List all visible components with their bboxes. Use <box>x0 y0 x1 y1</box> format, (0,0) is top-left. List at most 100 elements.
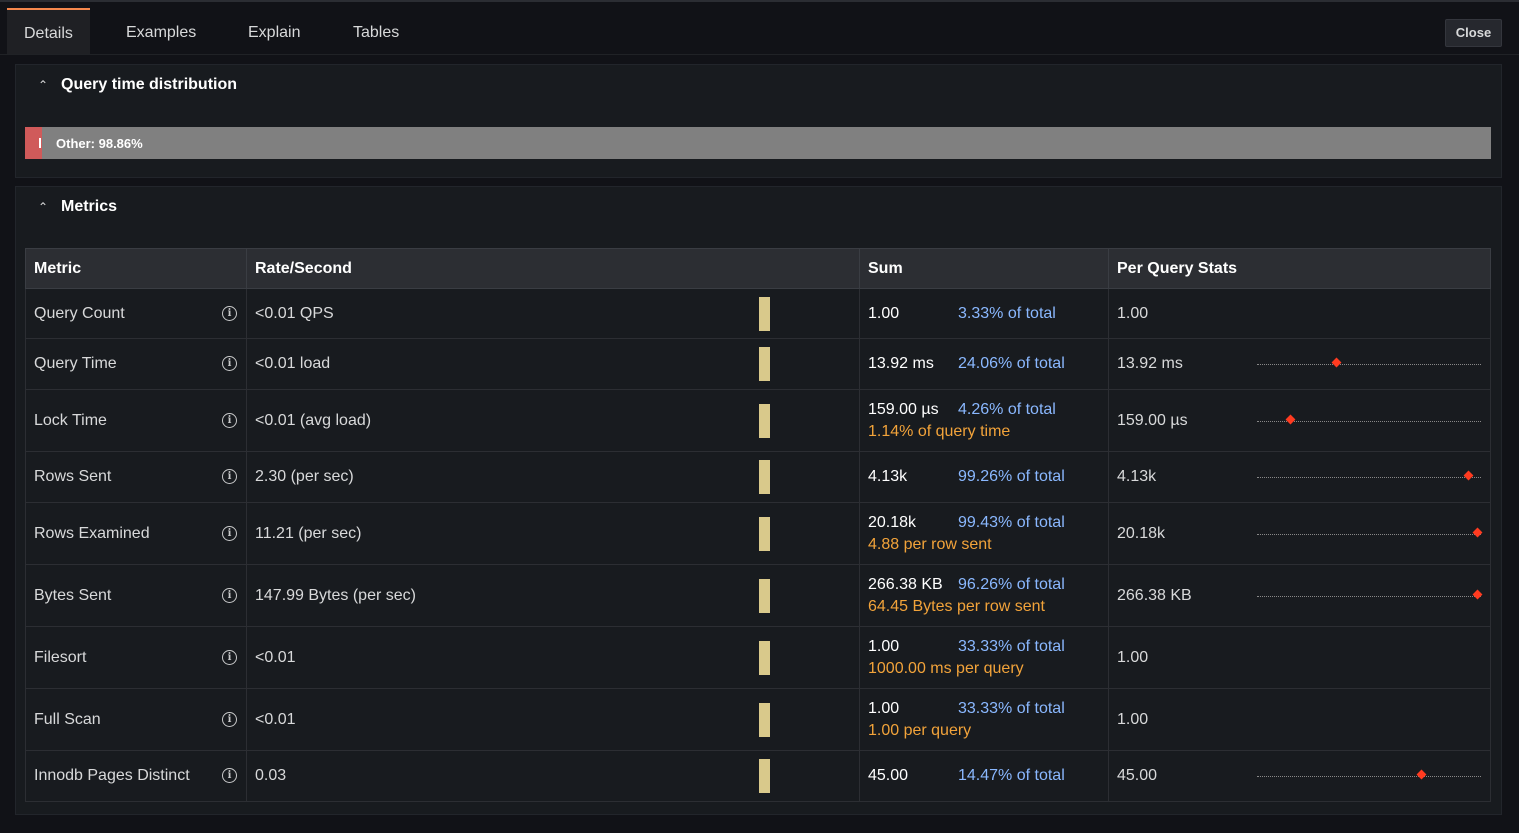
sum-cell: 20.18k 99.43% of total 4.88 per row sent <box>859 502 1109 565</box>
sum-value: 1.00 <box>868 699 900 717</box>
per-query-range-line <box>1257 776 1481 777</box>
per-query-marker <box>1285 414 1296 424</box>
metrics-panel: ⌃ Metrics Metric Rate/Second Sum Per Que… <box>15 186 1502 815</box>
metric-cell: Rows Sent i <box>25 451 247 503</box>
per-query-cell: 1.00 <box>1108 626 1491 689</box>
info-icon[interactable]: i <box>222 469 237 484</box>
sum-value: 266.38 KB <box>868 575 943 593</box>
rate-cell: <0.01 (avg load) <box>246 389 860 452</box>
metric-cell: Bytes Sent i <box>25 564 247 627</box>
per-query-range-line <box>1257 595 1481 597</box>
sum-value: 45.00 <box>868 767 909 784</box>
chevron-up-icon[interactable]: ⌃ <box>38 78 48 92</box>
info-icon[interactable]: i <box>222 711 237 727</box>
sum-secondary: 1.00 per query <box>868 721 972 739</box>
distribution-red-segment <box>25 127 42 159</box>
metrics-table: Metric Rate/Second Sum Per Query Stats Q… <box>25 248 1491 802</box>
sum-percent: 3.33% of total <box>958 304 1056 322</box>
info-icon[interactable]: i <box>222 525 237 541</box>
metric-name: Bytes Sent <box>34 586 112 604</box>
rate-cell: 11.21 (per sec) <box>246 502 860 565</box>
per-query-cell: 13.92 ms <box>1108 338 1491 390</box>
per-query-value: 20.18k <box>1117 524 1166 542</box>
header-per-query: Per Query Stats <box>1108 248 1491 289</box>
rate-value: <0.01 <box>255 710 296 728</box>
info-icon[interactable]: i <box>222 356 237 371</box>
per-query-cell: 1.00 <box>1108 288 1491 339</box>
distribution-other-label: Other: 98.86% <box>56 136 143 151</box>
sum-percent: 33.33% of total <box>958 699 1065 717</box>
distribution-header[interactable]: ⌃ Query time distribution <box>16 65 1501 107</box>
rate-value: <0.01 QPS <box>255 304 334 322</box>
sum-percent: 99.26% of total <box>958 468 1065 485</box>
close-button[interactable]: Close <box>1445 19 1502 47</box>
rate-sparkline <box>759 702 770 737</box>
info-icon[interactable]: i <box>222 412 237 428</box>
rate-sparkline <box>759 759 770 793</box>
per-query-value: 13.92 ms <box>1117 355 1183 372</box>
metric-name: Innodb Pages Distinct <box>34 767 190 784</box>
metric-name: Rows Examined <box>34 524 150 542</box>
sum-value: 13.92 ms <box>868 355 934 372</box>
per-query-value: 159.00 µs <box>1117 411 1188 429</box>
sum-secondary: 4.88 per row sent <box>868 535 992 553</box>
table-row: Query Time i <0.01 load 13.92 ms 24.06% of t… <box>25 338 1491 390</box>
per-query-cell: 1.00 <box>1108 688 1491 751</box>
sum-percent: 99.43% of total <box>958 513 1065 531</box>
tab-explain[interactable]: Explain <box>248 8 300 54</box>
per-query-marker <box>1463 470 1474 481</box>
sum-cell: 45.00 14.47% of total <box>859 750 1109 802</box>
per-query-value: 1.00 <box>1117 710 1149 728</box>
tab-details[interactable]: Details <box>7 8 90 54</box>
sum-value: 1.00 <box>868 637 900 655</box>
rate-cell: 147.99 Bytes (per sec) <box>246 564 860 627</box>
header-metric: Metric <box>25 248 247 289</box>
info-icon[interactable]: i <box>222 305 237 321</box>
chevron-up-icon[interactable]: ⌃ <box>38 200 48 214</box>
tab-examples[interactable]: Examples <box>126 8 196 54</box>
info-icon[interactable]: i <box>222 649 237 665</box>
per-query-value: 4.13k <box>1117 468 1157 485</box>
tab-bar: Details Examples Explain Tables <box>0 8 1519 55</box>
sum-cell: 1.00 3.33% of total <box>859 288 1109 339</box>
header-rate: Rate/Second <box>246 248 860 289</box>
sum-cell: 266.38 KB 96.26% of total 64.45 Bytes per … <box>859 564 1109 627</box>
metric-name: Full Scan <box>34 710 101 728</box>
rate-cell: 2.30 (per sec) <box>246 451 860 503</box>
rate-sparkline <box>759 516 770 551</box>
info-icon[interactable]: i <box>222 587 237 603</box>
sum-value: 4.13k <box>868 468 908 485</box>
per-query-range-line <box>1257 364 1481 365</box>
rate-cell: <0.01 <box>246 626 860 689</box>
rate-value: <0.01 <box>255 648 296 666</box>
sum-cell: 13.92 ms 24.06% of total <box>859 338 1109 390</box>
metric-name: Rows Sent <box>34 468 112 485</box>
per-query-cell: 266.38 KB <box>1108 564 1491 627</box>
metrics-header[interactable]: ⌃ Metrics <box>16 187 1501 229</box>
info-icon[interactable]: i <box>222 768 237 783</box>
per-query-cell: 45.00 <box>1108 750 1491 802</box>
per-query-marker <box>1331 357 1342 368</box>
query-time-distribution-panel: ⌃ Query time distribution Other: 98.86% <box>15 64 1502 178</box>
rate-sparkline <box>759 347 770 381</box>
rate-value: 11.21 (per sec) <box>255 524 362 542</box>
rate-value: <0.01 (avg load) <box>255 411 372 429</box>
per-query-range-line <box>1257 533 1481 535</box>
rate-value: <0.01 load <box>255 355 331 372</box>
metric-cell: Lock Time i <box>25 389 247 452</box>
sum-percent: 96.26% of total <box>958 575 1065 593</box>
sum-secondary: 1000.00 ms per query <box>868 659 1024 677</box>
tab-tables[interactable]: Tables <box>353 8 399 54</box>
table-row: Lock Time i <0.01 (avg load) 159.00 µs 4.26%… <box>25 389 1491 452</box>
per-query-cell: 4.13k <box>1108 451 1491 503</box>
rate-cell: <0.01 <box>246 688 860 751</box>
per-query-value: 266.38 KB <box>1117 586 1192 604</box>
rate-value: 2.30 (per sec) <box>255 468 354 485</box>
sum-cell: 159.00 µs 4.26% of total 1.14% of query ti… <box>859 389 1109 452</box>
rate-sparkline <box>759 403 770 438</box>
per-query-value: 1.00 <box>1117 648 1149 666</box>
sum-percent: 24.06% of total <box>958 355 1065 372</box>
per-query-marker <box>1472 527 1483 537</box>
metric-name: Query Time <box>34 355 117 372</box>
metric-name: Lock Time <box>34 411 107 429</box>
